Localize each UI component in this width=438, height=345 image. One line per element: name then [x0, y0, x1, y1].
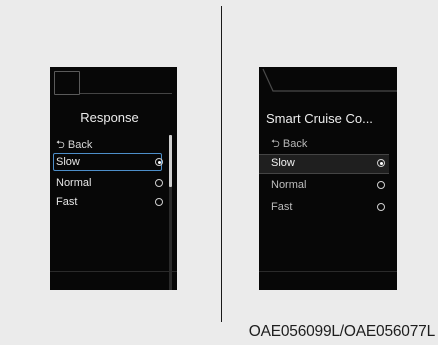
- screen-title: Response: [80, 110, 139, 125]
- header-tab-frame: [54, 71, 80, 95]
- screen-title: Smart Cruise Co...: [266, 111, 373, 126]
- option-label: Normal: [56, 177, 92, 189]
- radio-selected-icon[interactable]: [377, 159, 385, 167]
- footer-divider: [259, 271, 397, 272]
- option-fast[interactable]: Fast: [259, 198, 397, 216]
- option-fast[interactable]: Fast: [50, 193, 177, 211]
- option-slow[interactable]: Slow: [259, 154, 397, 172]
- option-normal[interactable]: Normal: [259, 176, 397, 194]
- radio-icon[interactable]: [377, 203, 385, 211]
- header-frame-shape: [262, 68, 397, 92]
- option-label: Normal: [271, 179, 307, 191]
- radio-icon[interactable]: [155, 179, 163, 187]
- option-normal[interactable]: Normal: [50, 174, 177, 192]
- radio-icon[interactable]: [377, 181, 385, 189]
- radio-icon[interactable]: [155, 198, 163, 206]
- option-label: Slow: [56, 156, 80, 168]
- option-label: Fast: [56, 196, 78, 208]
- back-label: ⮌ Back: [271, 138, 308, 150]
- back-label: ⮌ Back: [56, 139, 93, 151]
- vertical-divider: [221, 6, 222, 322]
- option-slow[interactable]: Slow: [50, 153, 177, 171]
- header-divider: [80, 93, 172, 94]
- back-button[interactable]: ⮌ Back: [259, 135, 397, 153]
- footer-divider: [50, 271, 177, 272]
- radio-selected-icon[interactable]: [155, 158, 163, 166]
- cluster-screen-response: Response ⮌ Back Slow Normal Fast: [50, 67, 177, 290]
- figure-code-caption: OAE056099L/OAE056077L: [248, 323, 435, 340]
- scrollbar-thumb[interactable]: [169, 135, 172, 187]
- back-button[interactable]: ⮌ Back: [50, 136, 177, 154]
- option-label: Slow: [271, 157, 295, 169]
- option-label: Fast: [271, 201, 293, 213]
- cluster-screen-smart-cruise: Smart Cruise Co... ⮌ Back Slow Normal Fa…: [259, 67, 397, 290]
